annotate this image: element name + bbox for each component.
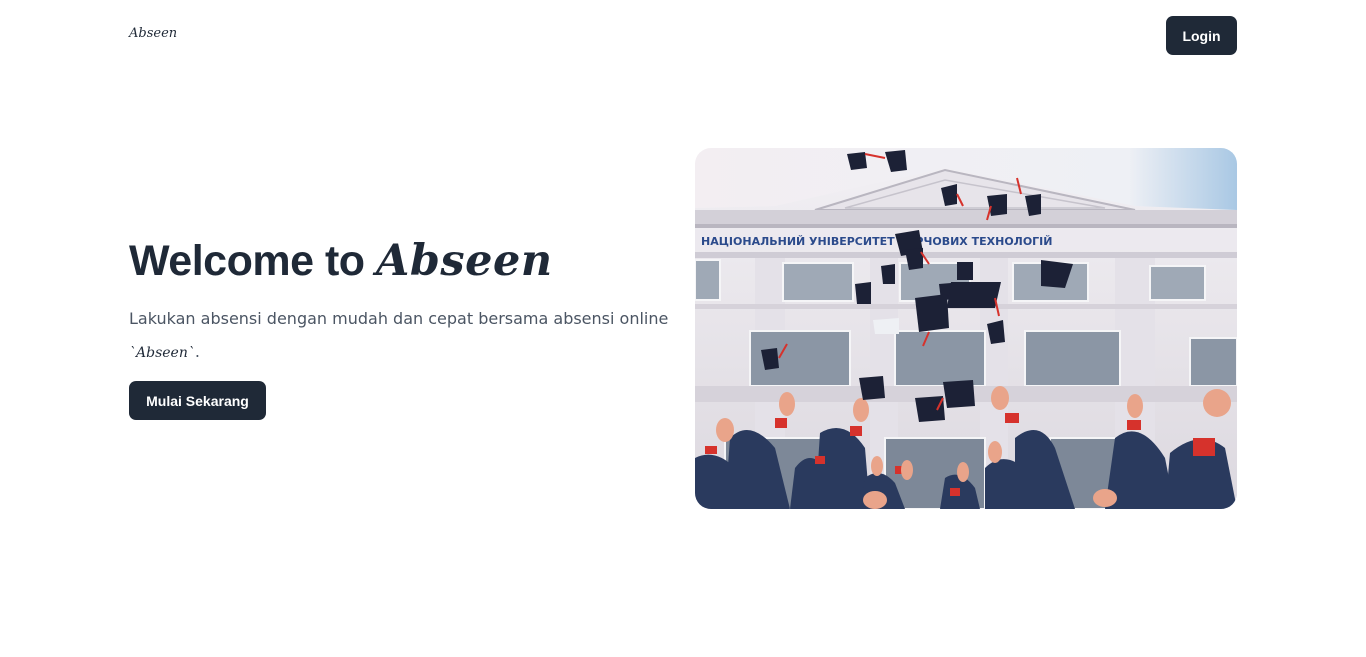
hero-title-brand: Abseen — [375, 236, 553, 286]
hero-description: Lakukan absensi dengan mudah dan cepat b… — [129, 302, 674, 370]
graduation-photo: НАЦІОНАЛЬНИЙ УНІВЕРСИТЕТ ХАРЧОВИХ ТЕХНОЛ… — [695, 148, 1237, 509]
hero-description-suffix: . — [194, 342, 200, 361]
building-sign-text: НАЦІОНАЛЬНИЙ УНІВЕРСИТЕТ ХАРЧОВИХ ТЕХНОЛ… — [701, 235, 1052, 248]
brand-logo-link[interactable]: Abseen — [129, 26, 177, 41]
get-started-button[interactable]: Mulai Sekarang — [129, 381, 266, 420]
hero-description-brand: `Abseen` — [129, 345, 195, 361]
hero-image-graduation: НАЦІОНАЛЬНИЙ УНІВЕРСИТЕТ ХАРЧОВИХ ТЕХНОЛ… — [695, 148, 1237, 509]
login-button[interactable]: Login — [1166, 16, 1237, 55]
hero-title-prefix: Welcome to — [129, 237, 376, 285]
hero-title: Welcome to Abseen — [129, 236, 553, 286]
navbar: Abseen Login — [0, 0, 1366, 70]
hero-description-text: Lakukan absensi dengan mudah dan cepat b… — [129, 309, 669, 328]
